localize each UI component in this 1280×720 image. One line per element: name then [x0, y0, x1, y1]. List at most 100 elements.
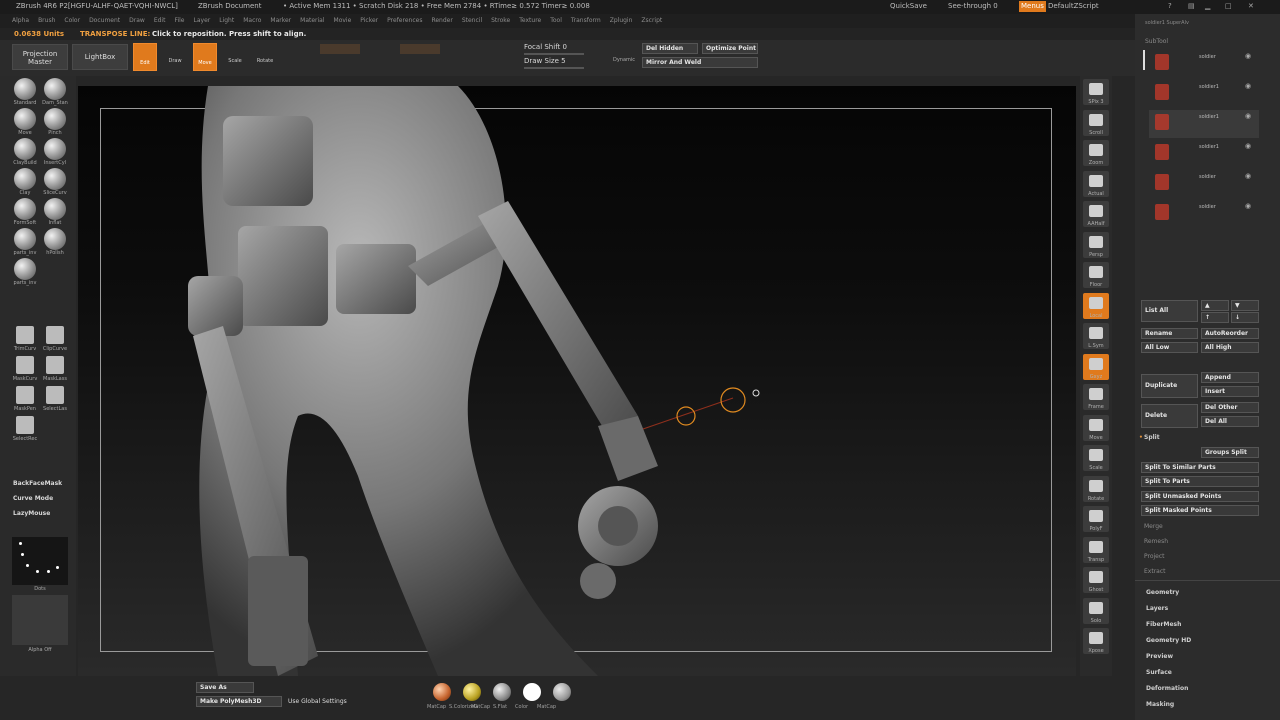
panel-section[interactable]: Geometry HD	[1146, 637, 1191, 644]
mirror-and-weld-button[interactable]: Mirror And Weld	[642, 57, 758, 68]
brush-icon[interactable]	[14, 78, 36, 100]
extract-section[interactable]: Extract	[1144, 568, 1166, 575]
split-section-title[interactable]: Split	[1144, 434, 1160, 441]
script-name[interactable]: DefaultZScript	[1048, 0, 1099, 12]
curve-tool-icon[interactable]	[16, 326, 34, 344]
brush-icon[interactable]	[14, 258, 36, 280]
brush-icon[interactable]	[14, 108, 36, 130]
menu-item[interactable]: Tool	[550, 17, 562, 24]
delete-button[interactable]: Delete	[1141, 404, 1198, 428]
projection-master-button[interactable]: Projection Master	[12, 44, 68, 70]
scale-button[interactable]: Scale	[223, 44, 247, 70]
draw-size-track[interactable]	[524, 67, 584, 69]
make-polymesh-button[interactable]: Make PolyMesh3D	[196, 696, 282, 707]
del-other-button[interactable]: Del Other	[1201, 402, 1259, 413]
focal-shift-slider[interactable]: Focal Shift 0	[524, 43, 567, 51]
stroke-selector[interactable]	[12, 537, 68, 585]
menu-item[interactable]: Stencil	[462, 17, 482, 24]
menu-item[interactable]: Transform	[571, 17, 601, 24]
menu-item[interactable]: Alpha	[12, 17, 29, 24]
canvas-viewport[interactable]	[78, 86, 1076, 676]
menu-item[interactable]: Color	[64, 17, 80, 24]
brush-icon[interactable]	[14, 198, 36, 220]
help-icon[interactable]: ?	[1168, 0, 1172, 12]
panel-section[interactable]: Masking	[1146, 701, 1174, 708]
subtool-item[interactable]: soldier1 ◉	[1149, 110, 1259, 138]
panel-section[interactable]: Geometry	[1146, 589, 1179, 596]
material-swatch[interactable]	[553, 683, 571, 701]
lightbox-button[interactable]: LightBox	[72, 44, 128, 70]
menu-item[interactable]: Stroke	[491, 17, 510, 24]
menu-item[interactable]: Marker	[270, 17, 291, 24]
menu-item[interactable]: Preferences	[387, 17, 422, 24]
project-section[interactable]: Project	[1144, 553, 1165, 560]
menu-item[interactable]: Brush	[38, 17, 55, 24]
menu-item[interactable]: Movie	[334, 17, 352, 24]
brush-icon[interactable]	[44, 198, 66, 220]
arrow-down-icon[interactable]: ↓	[1231, 312, 1259, 323]
material-swatch[interactable]	[433, 683, 451, 701]
optimize-point-button[interactable]: Optimize Point	[702, 43, 758, 54]
eye-icon[interactable]: ◉	[1245, 202, 1251, 210]
autoreorder-button[interactable]: AutoReorder	[1201, 328, 1259, 339]
rename-button[interactable]: Rename	[1141, 328, 1198, 339]
lazymouse-toggle[interactable]: LazyMouse	[13, 510, 50, 517]
curve-tool-icon[interactable]	[46, 386, 64, 404]
quicksave-button[interactable]: QuickSave	[890, 0, 927, 12]
curve-mode-toggle[interactable]: Curve Mode	[13, 495, 53, 502]
move-up-icon[interactable]: ▲	[1201, 300, 1229, 311]
curve-tool-icon[interactable]	[46, 356, 64, 374]
close-icon[interactable]: ✕	[1248, 0, 1254, 12]
curve-tool-icon[interactable]	[16, 356, 34, 374]
del-all-button[interactable]: Del All	[1201, 416, 1259, 427]
curve-tool-icon[interactable]	[46, 326, 64, 344]
del-hidden-button[interactable]: Del Hidden	[642, 43, 698, 54]
append-button[interactable]: Append	[1201, 372, 1259, 383]
rotate-button[interactable]: Rotate	[253, 44, 277, 70]
duplicate-button[interactable]: Duplicate	[1141, 374, 1198, 398]
material-swatch[interactable]	[523, 683, 541, 701]
menu-item[interactable]: Zplugin	[610, 17, 633, 24]
panel-section[interactable]: Surface	[1146, 669, 1172, 676]
use-global-settings-toggle[interactable]: Use Global Settings	[288, 698, 347, 705]
menu-item[interactable]: Layer	[194, 17, 211, 24]
menu-item[interactable]: Render	[431, 17, 452, 24]
menu-item[interactable]: Document	[89, 17, 120, 24]
dynamic-toggle[interactable]: Dynamic	[613, 57, 635, 63]
brush-icon[interactable]	[14, 228, 36, 250]
menu-item[interactable]: File	[174, 17, 184, 24]
focal-shift-track[interactable]	[524, 53, 584, 55]
menu-item[interactable]: Zscript	[641, 17, 662, 24]
alpha-selector[interactable]	[12, 595, 68, 645]
see-through-slider[interactable]: See-through 0	[948, 0, 998, 12]
save-as-button[interactable]: Save As	[196, 682, 254, 693]
mrgb-slider[interactable]	[320, 44, 360, 54]
groups-split-button[interactable]: Groups Split	[1201, 447, 1259, 458]
material-swatch[interactable]	[463, 683, 481, 701]
draw-button[interactable]: Draw	[163, 44, 187, 70]
eye-icon[interactable]: ◉	[1245, 172, 1251, 180]
menu-item[interactable]: Material	[300, 17, 324, 24]
subtool-item[interactable]: soldier ◉	[1149, 200, 1259, 228]
remesh-section[interactable]: Remesh	[1144, 538, 1168, 545]
menu-item[interactable]: Macro	[243, 17, 261, 24]
edit-button[interactable]: Edit	[133, 43, 157, 71]
curve-tool-icon[interactable]	[16, 416, 34, 434]
split-unmasked-button[interactable]: Split Unmasked Points	[1141, 491, 1259, 502]
menus-button[interactable]: Menus	[1019, 1, 1046, 12]
brush-icon[interactable]	[44, 108, 66, 130]
eye-icon[interactable]: ◉	[1245, 52, 1251, 60]
split-parts-button[interactable]: Split To Parts	[1141, 476, 1259, 487]
menu-item[interactable]: Texture	[519, 17, 541, 24]
panel-section[interactable]: FiberMesh	[1146, 621, 1181, 628]
brush-icon[interactable]	[44, 138, 66, 160]
menu-item[interactable]: Draw	[129, 17, 145, 24]
list-all-button[interactable]: List All	[1141, 300, 1198, 322]
layout-icon[interactable]: ▤	[1188, 0, 1195, 12]
brush-icon[interactable]	[14, 138, 36, 160]
brush-icon[interactable]	[44, 228, 66, 250]
brush-icon[interactable]	[44, 78, 66, 100]
subtool-title[interactable]: SubTool	[1145, 38, 1168, 45]
eye-icon[interactable]: ◉	[1245, 142, 1251, 150]
maximize-icon[interactable]: □	[1225, 0, 1232, 12]
